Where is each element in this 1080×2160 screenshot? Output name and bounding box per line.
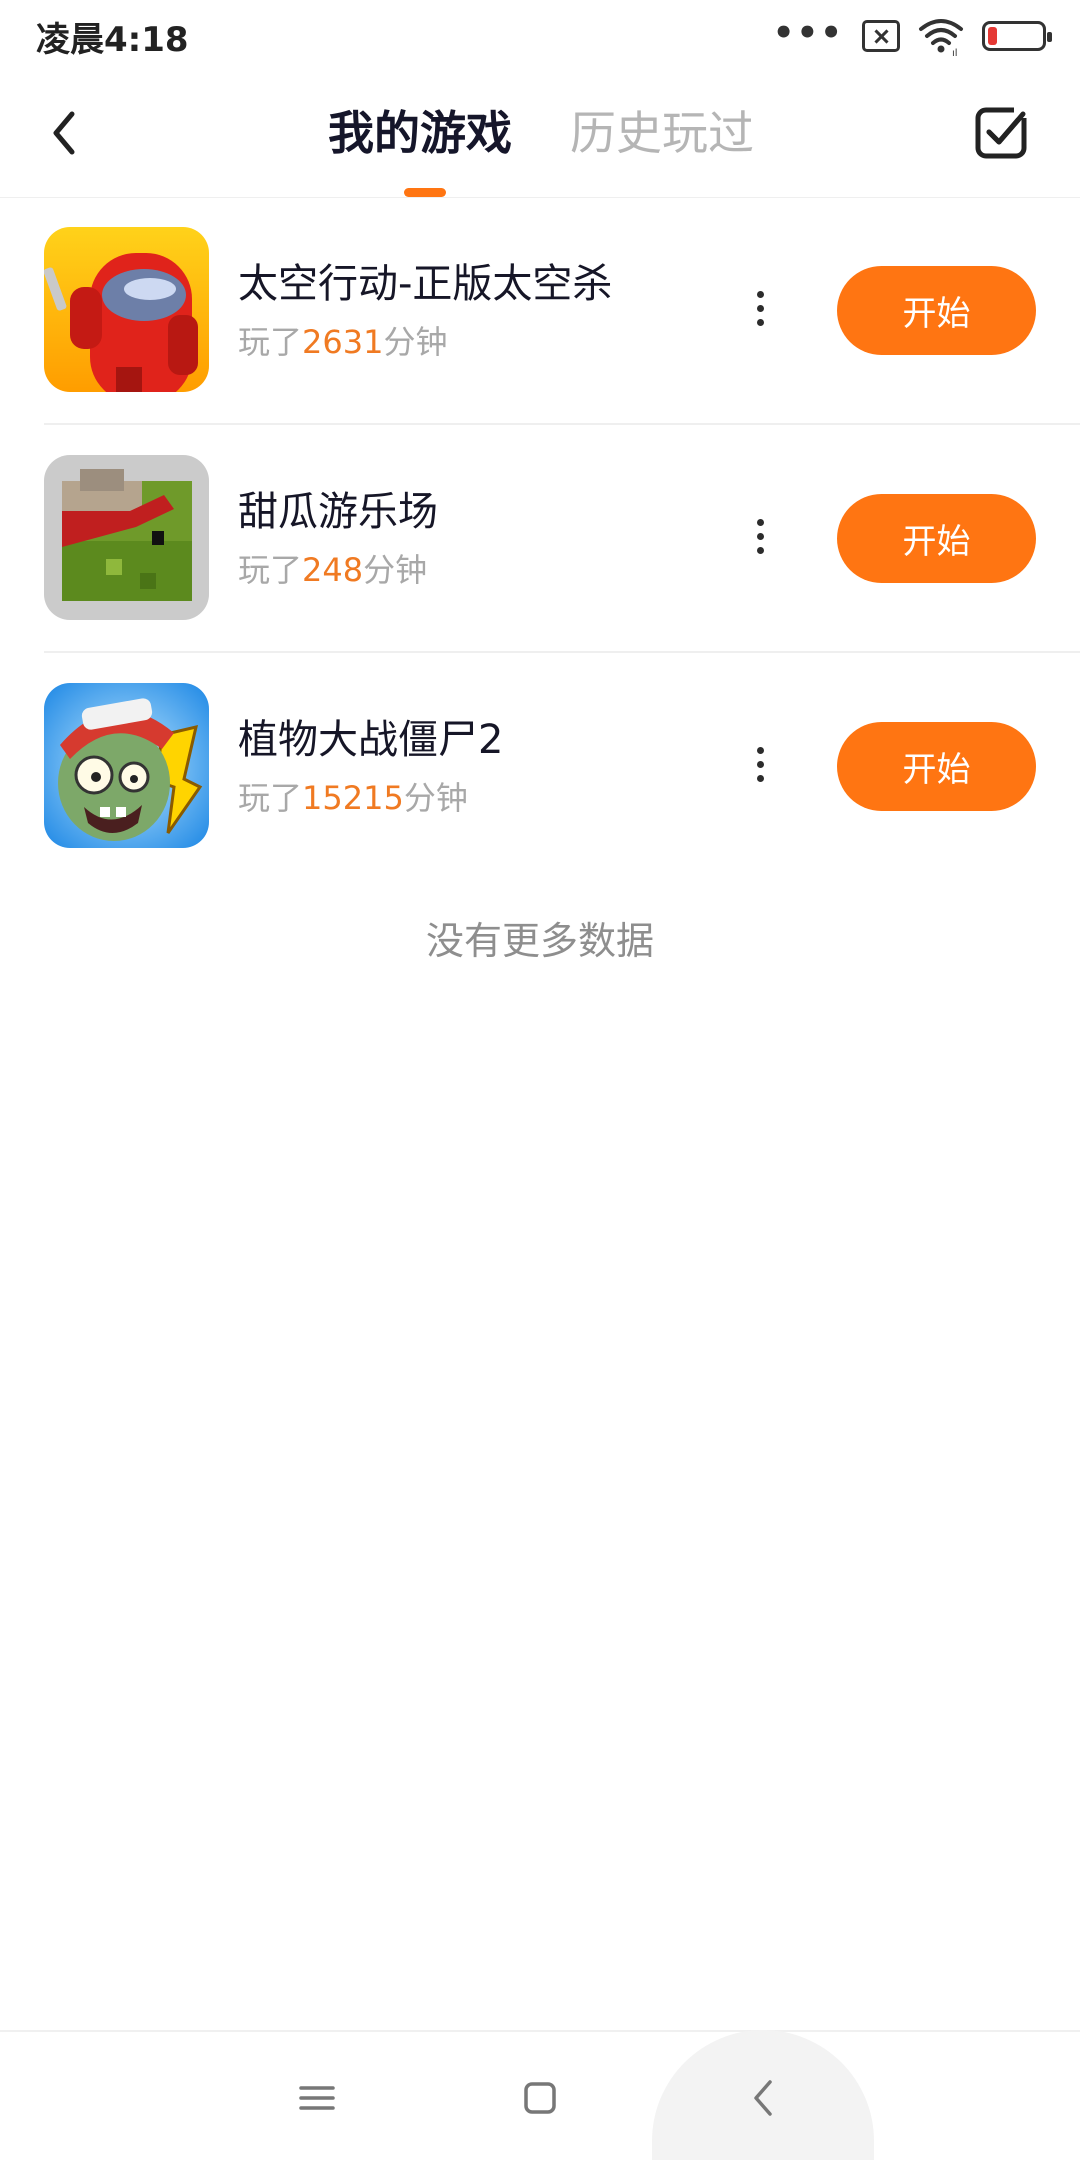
back-button[interactable] [40, 100, 96, 166]
more-dots-icon: ••• [772, 13, 844, 53]
status-time: 凌晨4:18 [36, 20, 189, 60]
game-list-item[interactable]: 植物大战僵尸2 玩了15215分钟 开始 [0, 653, 1080, 881]
status-icons: ••• ıl [772, 13, 1052, 58]
more-options-button[interactable] [740, 279, 780, 339]
battery-low-icon [982, 21, 1052, 51]
start-button[interactable]: 开始 [837, 494, 1036, 583]
no-sim-icon [862, 20, 900, 52]
more-options-button[interactable] [740, 735, 780, 795]
wifi-icon: ıl [919, 19, 963, 56]
checkbox-check-icon [975, 106, 1028, 159]
start-button[interactable]: 开始 [837, 722, 1036, 811]
chevron-left-icon [53, 111, 75, 155]
battery-level [988, 27, 997, 45]
tab-indicator [404, 188, 446, 197]
play-time-prefix: 玩了 [238, 551, 303, 589]
home-square-icon [524, 2082, 556, 2114]
status-bar: 凌晨4:18 ••• ıl [0, 0, 1080, 70]
back-chevron-icon [754, 2080, 772, 2116]
game-title: 太空行动-正版太空杀 [238, 261, 613, 307]
system-nav-bar [0, 2030, 1080, 2160]
play-time-suffix: 分钟 [383, 323, 448, 361]
play-time-prefix: 玩了 [238, 779, 303, 817]
play-time: 玩了15215分钟 [238, 773, 468, 819]
more-options-button[interactable] [740, 507, 780, 567]
plants-vs-zombies-game-icon[interactable] [44, 683, 209, 848]
menu-icon [299, 2086, 335, 2110]
svg-text:ıl: ıl [952, 48, 958, 56]
game-title: 植物大战僵尸2 [238, 717, 504, 763]
among-us-style-game-icon[interactable] [44, 227, 209, 392]
no-more-data-text: 没有更多数据 [425, 919, 654, 963]
play-time-suffix: 分钟 [363, 551, 428, 589]
play-time-minutes: 248 [302, 551, 364, 589]
play-time-suffix: 分钟 [403, 779, 468, 817]
menu-button[interactable] [295, 2076, 339, 2120]
screen: 凌晨4:18 ••• ıl 我的游戏 历史玩过 太空行动-正版太空杀 玩了263… [0, 0, 1080, 2160]
tab-my-games[interactable]: 我的游戏 [328, 100, 512, 166]
play-time: 玩了2631分钟 [238, 317, 447, 363]
manage-button[interactable] [974, 104, 1030, 160]
play-time-prefix: 玩了 [238, 323, 303, 361]
start-button[interactable]: 开始 [837, 266, 1036, 355]
system-back-button[interactable] [742, 2076, 786, 2120]
melon-playground-game-icon[interactable] [44, 455, 209, 620]
play-time: 玩了248分钟 [238, 545, 427, 591]
header: 我的游戏 历史玩过 [0, 70, 1080, 198]
home-button[interactable] [518, 2076, 562, 2120]
game-title: 甜瓜游乐场 [238, 489, 438, 535]
game-list-item[interactable]: 太空行动-正版太空杀 玩了2631分钟 开始 [0, 197, 1080, 425]
play-time-minutes: 2631 [302, 323, 384, 361]
tab-history[interactable]: 历史玩过 [570, 100, 754, 166]
game-list-item[interactable]: 甜瓜游乐场 玩了248分钟 开始 [0, 425, 1080, 653]
play-time-minutes: 15215 [302, 779, 404, 817]
